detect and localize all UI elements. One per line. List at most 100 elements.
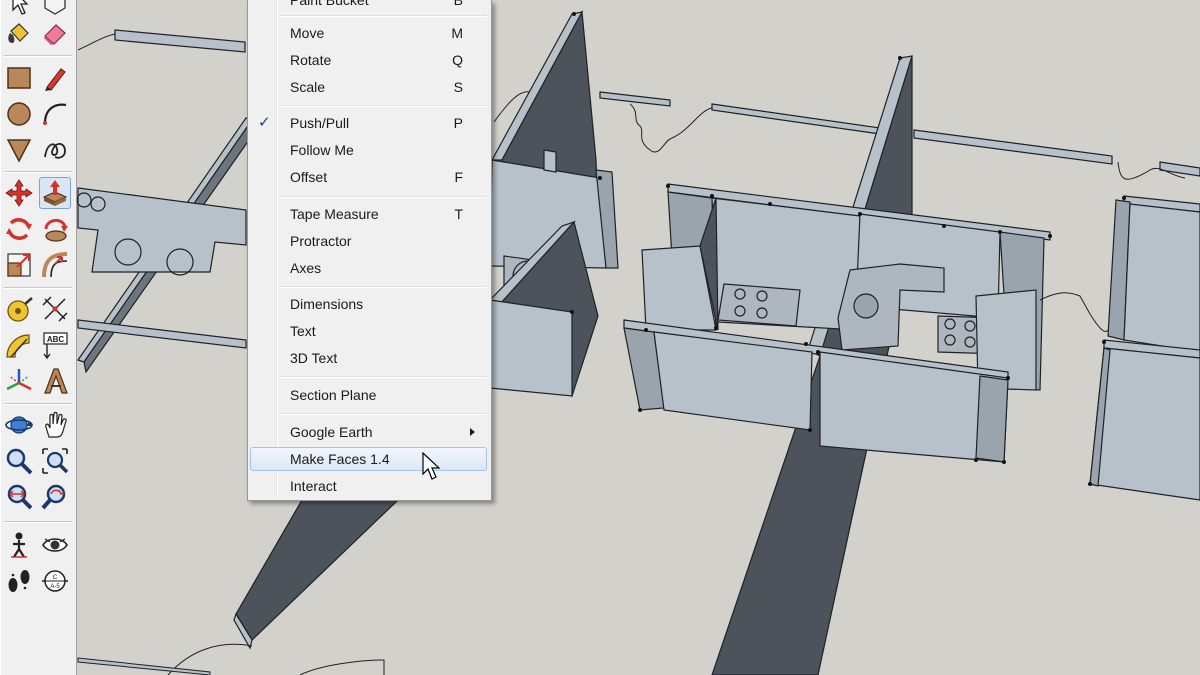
menu-item-label: Text (290, 323, 316, 339)
axes-icon (6, 369, 32, 391)
follow-me-tool-button[interactable] (39, 213, 71, 245)
menu-item-label: Interact (290, 478, 337, 494)
menu-item-label: Google Earth (290, 424, 373, 440)
menu-item-label: Scale (290, 79, 326, 95)
freehand-tool-button[interactable] (39, 133, 71, 165)
menu-item-shortcut: Q (452, 52, 463, 68)
move-tool-button[interactable] (3, 177, 35, 209)
menu-item-shortcut: S (453, 79, 463, 95)
push-pull-tool-button[interactable] (39, 177, 71, 209)
zoom-window-tool-button[interactable] (39, 445, 71, 477)
tape-measure-tool-button[interactable] (3, 293, 35, 325)
look-around-icon (42, 538, 68, 552)
zoom-icon (6, 448, 33, 475)
rotate-icon (6, 218, 32, 240)
menu-item-follow-me[interactable]: Follow Me (250, 138, 487, 162)
dimensions-icon (42, 296, 68, 322)
walk-tool-button[interactable] (3, 565, 35, 597)
zoom-previous-icon (41, 484, 66, 510)
menu-item-axes[interactable]: Axes (250, 256, 487, 280)
look-around-tool-button[interactable] (39, 529, 71, 561)
move-icon (5, 179, 33, 207)
scale-tool-button[interactable] (3, 249, 35, 281)
protractor-icon (6, 334, 30, 358)
menu-item-shortcut: P (453, 115, 463, 131)
zoom-tool-button[interactable] (3, 445, 35, 477)
text-tool-button[interactable]: ABC (39, 329, 71, 361)
tool-palette: ABC C A-5 (0, 0, 77, 675)
make-component-tool-button[interactable] (39, 0, 71, 18)
section-plane-icon: C A-5 (42, 570, 68, 592)
follow-me-icon (44, 219, 68, 242)
axes-tool-button[interactable] (3, 365, 35, 397)
menu-item-label: 3D Text (290, 350, 338, 366)
tape-measure-icon (7, 297, 33, 322)
dimensions-tool-button[interactable] (39, 293, 71, 325)
zoom-extents-icon (7, 484, 33, 510)
menu-item-label: Rotate (290, 52, 332, 68)
menu-item-label: Make Faces 1.4 (290, 451, 390, 467)
3d-text-tool-button[interactable] (39, 365, 71, 397)
polygon-icon (6, 139, 32, 163)
menu-item-label: Axes (290, 260, 322, 276)
menu-item-dimensions[interactable]: Dimensions (250, 292, 487, 316)
menu-item-shortcut: T (454, 206, 463, 222)
menu-item-label: Paint Bucket (290, 0, 369, 8)
arrow-select-icon (12, 0, 29, 15)
protractor-tool-button[interactable] (3, 329, 35, 361)
menu-item-offset[interactable]: Offset F (250, 165, 487, 189)
polygon-tool-button[interactable] (3, 133, 35, 165)
line-tool-button[interactable] (39, 61, 71, 93)
menu-item-google-earth[interactable]: Google Earth (250, 420, 487, 444)
menu-item-paint-bucket[interactable]: Paint Bucket B (250, 0, 487, 12)
svg-text:C: C (53, 574, 58, 581)
menu-item-protractor[interactable]: Protractor (250, 229, 487, 253)
arc-icon (43, 103, 67, 125)
scale-icon (7, 253, 31, 277)
select-tool-button[interactable] (3, 0, 35, 18)
pencil-line-icon (45, 68, 66, 91)
arc-tool-button[interactable] (39, 97, 71, 129)
rectangle-icon (7, 67, 31, 89)
menu-item-scale[interactable]: Scale S (250, 75, 487, 99)
menu-item-move[interactable]: Move M (250, 21, 487, 45)
rotate-tool-button[interactable] (3, 213, 35, 245)
walk-footprints-icon (8, 570, 30, 592)
menu-item-shortcut: M (451, 25, 463, 41)
menu-item-make-faces[interactable]: Make Faces 1.4 (250, 447, 487, 471)
pan-hand-icon (45, 411, 67, 438)
menu-item-rotate[interactable]: Rotate Q (250, 48, 487, 72)
previous-view-tool-button[interactable] (39, 481, 71, 513)
svg-text:A-5: A-5 (50, 584, 60, 590)
text-label-icon: ABC (43, 332, 68, 360)
paint-bucket-icon (8, 23, 29, 43)
zoom-extents-tool-button[interactable] (3, 481, 35, 513)
model-viewport[interactable] (77, 0, 1200, 675)
eraser-tool-button[interactable] (39, 17, 71, 49)
circle-tool-button[interactable] (3, 97, 35, 129)
rectangle-tool-button[interactable] (3, 61, 35, 93)
component-icon (44, 0, 66, 15)
offset-tool-button[interactable] (39, 249, 71, 281)
menu-item-3d-text[interactable]: 3D Text (250, 346, 487, 370)
menu-item-text[interactable]: Text (250, 319, 487, 343)
menu-item-push-pull[interactable]: ✓ Push/Pull P (250, 111, 487, 135)
section-plane-tool-button[interactable]: C A-5 (39, 565, 71, 597)
menu-item-label: Move (290, 25, 325, 41)
submenu-arrow-icon (470, 428, 475, 436)
paint-bucket-tool-button[interactable] (3, 17, 35, 49)
eraser-icon (44, 24, 66, 45)
push-pull-icon (42, 180, 68, 206)
menu-item-interact[interactable]: Interact (250, 474, 487, 498)
orbit-tool-button[interactable] (3, 409, 35, 441)
pan-tool-button[interactable] (39, 409, 71, 441)
mouse-pointer-icon (422, 452, 441, 480)
position-camera-icon (11, 532, 27, 558)
menu-item-label: Protractor (290, 233, 352, 249)
menu-item-tape-measure[interactable]: Tape Measure T (250, 202, 487, 226)
menu-item-section-plane[interactable]: Section Plane (250, 383, 487, 407)
position-camera-tool-button[interactable] (3, 529, 35, 561)
menu-item-shortcut: F (454, 169, 463, 185)
menu-item-label: Offset (290, 169, 328, 185)
menu-item-label: Section Plane (290, 387, 377, 403)
